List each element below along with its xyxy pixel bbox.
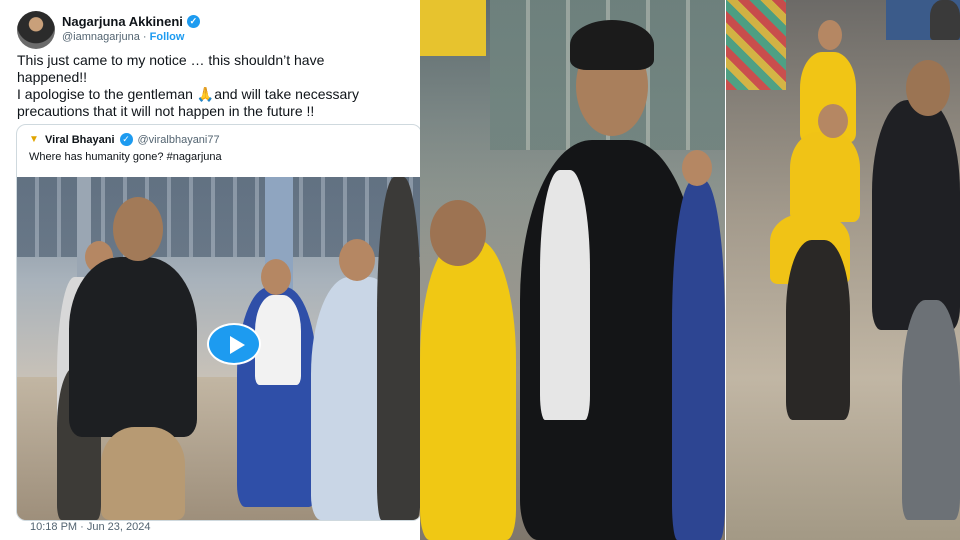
person-figure [672,180,725,540]
person-figure [790,132,860,222]
person-head [682,150,712,186]
handle-row: @iamnagarjuna · Follow [62,31,184,43]
person-figure [930,0,960,40]
tweet-text-line: This just came to my notice … this shoul… [17,52,325,68]
person-head [113,197,163,261]
author-name[interactable]: Nagarjuna Akkineni [62,14,183,29]
avatar[interactable] [17,11,55,49]
person-figure [377,177,420,520]
viral-bhayani-logo-icon: ▼ [29,134,39,145]
follow-button[interactable]: Follow [150,31,185,43]
quote-header: ▼ Viral Bhayani ✓ @viralbhayani77 [29,133,220,146]
play-button[interactable] [207,323,261,365]
quote-author-name[interactable]: Viral Bhayani [45,134,115,146]
verified-badge-icon: ✓ [186,15,200,28]
separator: · [142,31,147,43]
person-figure [872,100,960,330]
quote-video[interactable] [17,177,420,520]
person-figure [902,300,960,520]
person-head [339,239,375,281]
hair [570,20,654,70]
tweet-text-line: happened!! [17,69,88,85]
person-head [430,200,486,266]
quote-text: Where has humanity gone? #nagarjuna [29,151,222,163]
person-head [906,60,950,116]
person-figure [420,240,516,540]
photo-panel-right [726,0,960,540]
verified-badge-icon: ✓ [119,133,133,146]
photo-panel-middle [420,0,725,540]
person-figure [101,427,185,520]
person-head [261,259,291,295]
person-head [818,104,848,138]
person-figure [786,240,850,420]
person-figure [69,257,197,437]
author-handle[interactable]: @iamnagarjuna [62,31,140,43]
tweet-text-line: I apologise to the gentleman 🙏and will t… [17,86,359,102]
quoted-tweet[interactable]: ▼ Viral Bhayani ✓ @viralbhayani77 Where … [16,124,420,521]
person-head [818,20,842,50]
wall-art [726,0,786,90]
tweet-text-line: precautions that it will not happen in t… [17,103,315,119]
tweet-card: Nagarjuna Akkineni ✓ @iamnagarjuna · Fol… [0,0,420,540]
author-name-row: Nagarjuna Akkineni ✓ [62,14,200,29]
tweet-timestamp[interactable]: 10:18 PM · Jun 23, 2024 [30,521,150,533]
yellow-sign [420,0,486,56]
person-figure [255,295,301,385]
quote-author-handle[interactable]: @viralbhayani77 [138,134,220,146]
tweet-text: This just came to my notice … this shoul… [17,52,417,120]
person-figure [540,170,590,420]
